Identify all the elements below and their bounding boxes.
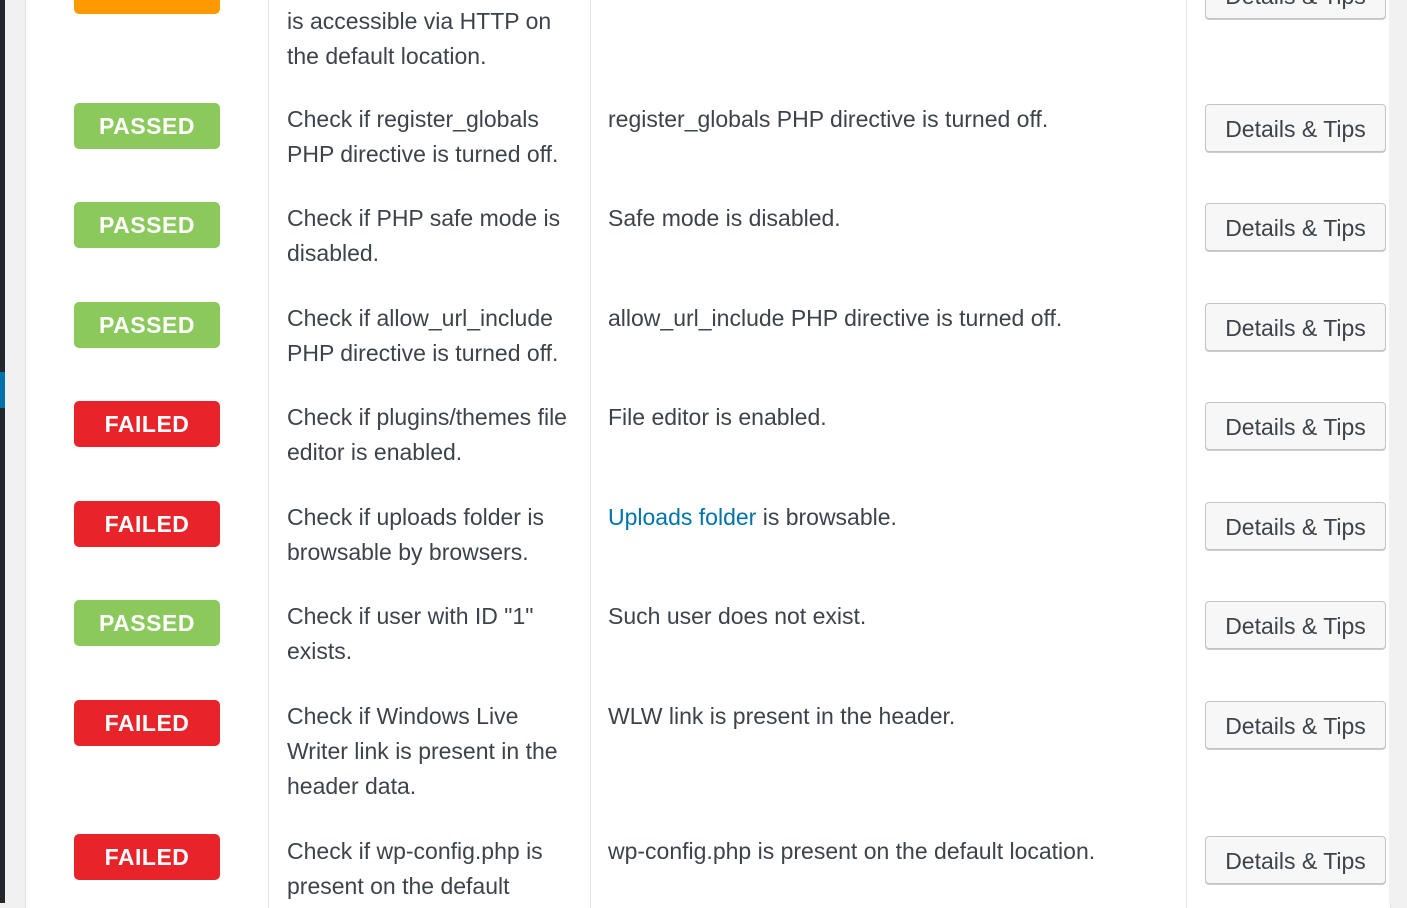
details-tips-button[interactable]: Details & Tips — [1205, 0, 1386, 19]
test-result-text: allow_url_include PHP directive is turne… — [608, 305, 1063, 331]
test-result: File editor is enabled. — [608, 400, 1178, 435]
test-description: Check if allow_url_include PHP directive… — [287, 305, 559, 366]
test-description: Check if user with ID "1" exists. — [287, 603, 534, 664]
status-badge: FAILED — [74, 700, 220, 746]
details-tips-button[interactable]: Details & Tips — [1205, 502, 1386, 550]
status-badge — [74, 0, 220, 14]
status-badge: FAILED — [74, 834, 220, 880]
test-description: Check if plugins/themes file editor is e… — [287, 404, 567, 465]
test-result-text: WLW link is present in the header. — [608, 703, 956, 729]
page-right-gutter — [1389, 0, 1407, 903]
test-result: WLW link is present in the header. — [608, 699, 1178, 734]
test-result: Safe mode is disabled. — [608, 201, 1178, 236]
test-description: is accessible via HTTP on the default lo… — [287, 8, 552, 69]
test-result: wp-config.php is present on the default … — [608, 834, 1178, 869]
test-result: Uploads folder is browsable. — [608, 500, 1178, 535]
details-tips-button[interactable]: Details & Tips — [1205, 203, 1386, 251]
test-description: Check if uploads folder is browsable by … — [287, 504, 544, 565]
test-result-text: register_globals PHP directive is turned… — [608, 106, 1049, 132]
test-result-text: File editor is enabled. — [608, 404, 827, 430]
test-description: Check if Windows Live Writer link is pre… — [287, 703, 558, 799]
status-badge: FAILED — [74, 501, 220, 547]
status-badge: PASSED — [74, 302, 220, 348]
uploads-folder-link[interactable]: Uploads folder — [608, 504, 756, 530]
test-description: Check if PHP safe mode is disabled. — [287, 205, 561, 266]
details-tips-button[interactable]: Details & Tips — [1205, 402, 1386, 450]
test-result-text: is browsable. — [756, 504, 897, 530]
column-divider — [268, 0, 269, 908]
test-result-text: Such user does not exist. — [608, 603, 867, 629]
security-tests-table: is accessible via HTTP on the default lo… — [25, 0, 1391, 908]
status-badge: FAILED — [74, 401, 220, 447]
details-tips-button[interactable]: Details & Tips — [1205, 104, 1386, 152]
status-badge: PASSED — [74, 202, 220, 248]
details-tips-button[interactable]: Details & Tips — [1205, 303, 1386, 351]
test-description: Check if wp-config.php is present on the… — [287, 838, 543, 899]
admin-sidebar-active-indicator — [0, 372, 5, 408]
details-tips-button[interactable]: Details & Tips — [1205, 601, 1386, 649]
details-tips-button[interactable]: Details & Tips — [1205, 701, 1386, 749]
test-description: Check if register_globals PHP directive … — [287, 106, 559, 167]
details-tips-button[interactable]: Details & Tips — [1205, 836, 1386, 884]
test-result: register_globals PHP directive is turned… — [608, 102, 1178, 137]
test-result: Such user does not exist. — [608, 599, 1178, 634]
test-result-text: wp-config.php is present on the default … — [608, 838, 1096, 864]
column-divider — [1186, 0, 1187, 908]
column-divider — [590, 0, 591, 908]
status-badge: PASSED — [74, 103, 220, 149]
status-badge: PASSED — [74, 600, 220, 646]
admin-sidebar — [0, 0, 5, 903]
test-result: allow_url_include PHP directive is turne… — [608, 301, 1178, 336]
test-result-text: Safe mode is disabled. — [608, 205, 841, 231]
